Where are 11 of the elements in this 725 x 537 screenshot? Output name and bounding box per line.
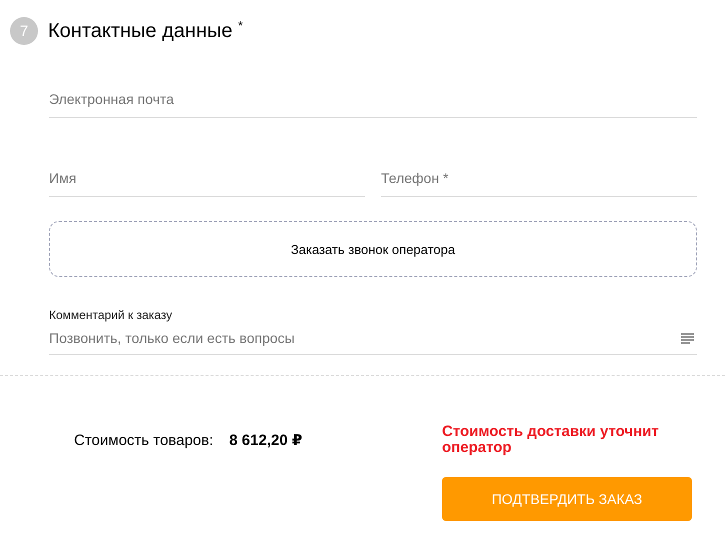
name-field[interactable]: Имя: [49, 170, 365, 197]
delivery-note: Стоимость доставки уточнит оператор: [442, 424, 660, 456]
cost-label: Стоимость товаров:: [74, 432, 214, 449]
comment-label: Комментарий к заказу: [49, 308, 174, 322]
section-title: Контактные данные $^{*}$: [48, 18, 243, 44]
cost-value: 8 612,20 ₽: [229, 431, 302, 449]
phone-field[interactable]: Телефон *: [381, 170, 697, 197]
email-field[interactable]: Электронная почта: [49, 91, 697, 118]
comment-field[interactable]: Позвонить, только если есть вопросы: [49, 330, 697, 355]
callback-button[interactable]: Заказать звонок оператора: [49, 221, 697, 277]
text-lines-icon: [681, 333, 694, 344]
